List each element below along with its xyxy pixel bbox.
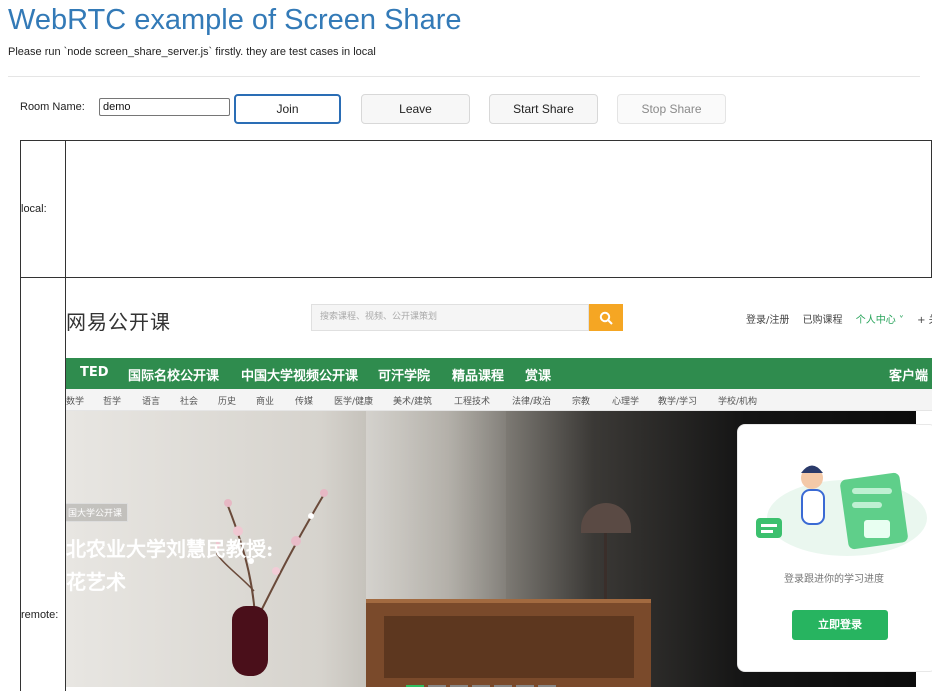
site-nav-item: 中国大学视频公开课 [241,369,359,384]
carousel-dot [538,685,556,687]
lamp-decoration [581,503,631,533]
site-login-link: 登录/注册 [746,315,790,326]
page-title: WebRTC example of Screen Share [8,4,462,36]
carousel-dot [428,685,446,687]
carousel-dot [406,685,424,687]
site-subnav-item: 工程技术 [454,397,491,407]
hero-tag: 国大学公开课 [66,503,129,522]
login-prompt-text: 登录跟进你的学习进度 [784,574,884,585]
room-name-label: Room Name: [20,101,85,113]
site-subnav-item: 宗教 [572,397,591,407]
site-nav-item: 国际名校公开课 [128,369,220,384]
site-subnav-bar: 数学 哲学 语言 社会 历史 商业 传媒 医学/健康 美术/建筑 工程技术 法律… [66,389,932,411]
vase-decoration [232,606,268,676]
hero-title-line2: 花艺术 [66,570,126,594]
carousel-dot [472,685,490,687]
carousel-dot [516,685,534,687]
stop-share-button[interactable]: Stop Share [617,94,726,124]
join-button[interactable]: Join [234,94,341,124]
site-nav-item: 精品课程 [452,369,505,384]
remote-video-label: remote: [21,609,59,621]
site-user-links: 登录/注册 已购课程 个人中心 ˅ + 关 [746,311,932,326]
site-subnav-item: 心理学 [612,397,640,407]
study-illustration-icon [756,465,927,556]
site-subnav-item: 历史 [218,397,237,407]
start-share-button[interactable]: Start Share [489,94,598,124]
site-search-button [589,304,623,331]
site-nav-item: TED [80,365,109,380]
carousel-dots [406,673,560,687]
local-video-label: local: [21,203,47,215]
site-nav-item: 赏课 [525,369,552,384]
divider [8,76,920,77]
lamp-pole-decoration [604,533,607,603]
hero-title-line1: 北农业大学刘慧民教授: [66,537,274,561]
carousel-dot [494,685,512,687]
site-logo: 网易公开课 [66,310,171,334]
carousel-dot [450,685,468,687]
site-subnav-item: 教学/学习 [658,397,698,407]
site-login-button: 立即登录 [792,610,888,640]
shelf-inner-decoration [384,616,634,678]
site-subnav-item: 法律/政治 [512,397,552,407]
site-follow-link: + 关 [917,315,932,326]
site-subnav-item: 数学 [66,397,85,407]
search-icon [599,311,613,325]
site-search-input: 搜索课程、视频、公开课策划 [311,304,589,331]
site-subnav-item: 语言 [142,397,161,407]
site-subnav-item: 商业 [256,397,275,407]
site-subnav-item: 传媒 [295,397,314,407]
site-subnav-item: 哲学 [103,397,122,407]
remote-video: 网易公开课 搜索课程、视频、公开课策划 登录/注册 已购课程 个人中心 ˅ + … [66,278,932,691]
site-profile-link: 个人中心 ˅ [855,315,904,326]
room-name-input[interactable] [99,98,230,116]
site-client-link: 客户端 [889,369,929,384]
site-nav-bar: TED 国际名校公开课 中国大学视频公开课 可汗学院 精品课程 赏课 客户端 [66,358,932,389]
site-subnav-item: 社会 [180,397,199,407]
site-purchased-link: 已购课程 [802,315,843,326]
site-subnav-item: 医学/健康 [334,397,374,407]
site-subnav-item: 美术/建筑 [393,397,433,407]
site-nav-item: 可汗学院 [378,369,431,384]
instructions-text: Please run `node screen_share_server.js`… [8,46,376,58]
site-subnav-item: 学校/机构 [718,397,758,407]
leave-button[interactable]: Leave [361,94,470,124]
